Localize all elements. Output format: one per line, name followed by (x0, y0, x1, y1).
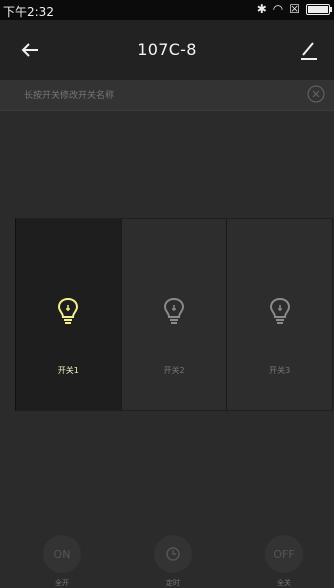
all-on-label: 全开 (55, 579, 69, 587)
app-bar: 107C-8 (0, 20, 334, 80)
hint-text: 长按开关修改开关名称 (24, 91, 115, 101)
status-bar: 下午2:32 ✱ ◠ ☒ (0, 0, 334, 20)
switch-label: 开关3 (269, 366, 291, 375)
clock-icon (166, 547, 180, 561)
bulb-on-icon (58, 297, 79, 324)
close-circle-icon[interactable] (306, 84, 326, 104)
timer-label: 定时 (166, 579, 180, 587)
all-off-label: 全关 (277, 579, 291, 587)
battery-icon (306, 3, 332, 15)
switch-panel: 开关1 开关2 开关3 (15, 218, 334, 411)
switch-1[interactable]: 开关1 (16, 218, 122, 411)
status-icons: ✱ ◠ ☒ (256, 2, 332, 16)
bulb-off-icon (269, 297, 290, 324)
wifi-icon: ◠ (272, 2, 284, 16)
page-title: 107C-8 (137, 40, 197, 59)
bluetooth-icon: ✱ (256, 2, 267, 16)
bottom-actions: ON 全开 定时 OFF 全关 (0, 530, 334, 588)
all-off-icon-text: OFF (273, 547, 295, 561)
all-on-button[interactable]: ON (43, 535, 81, 573)
bulb-off-icon (163, 297, 185, 324)
switch-2[interactable]: 开关2 (121, 218, 228, 411)
switch-3[interactable]: 开关3 (227, 218, 334, 411)
edit-icon[interactable] (298, 38, 320, 62)
switch-label: 开关2 (163, 366, 185, 375)
hint-bar: 长按开关修改开关名称 (0, 80, 334, 111)
timer-button[interactable] (154, 535, 192, 573)
switch-label: 开关1 (57, 366, 79, 375)
all-off-button[interactable]: OFF (265, 535, 303, 573)
status-time: 下午2:32 (3, 5, 54, 19)
all-on-icon-text: ON (53, 547, 71, 561)
sim-icon: ☒ (289, 2, 300, 16)
